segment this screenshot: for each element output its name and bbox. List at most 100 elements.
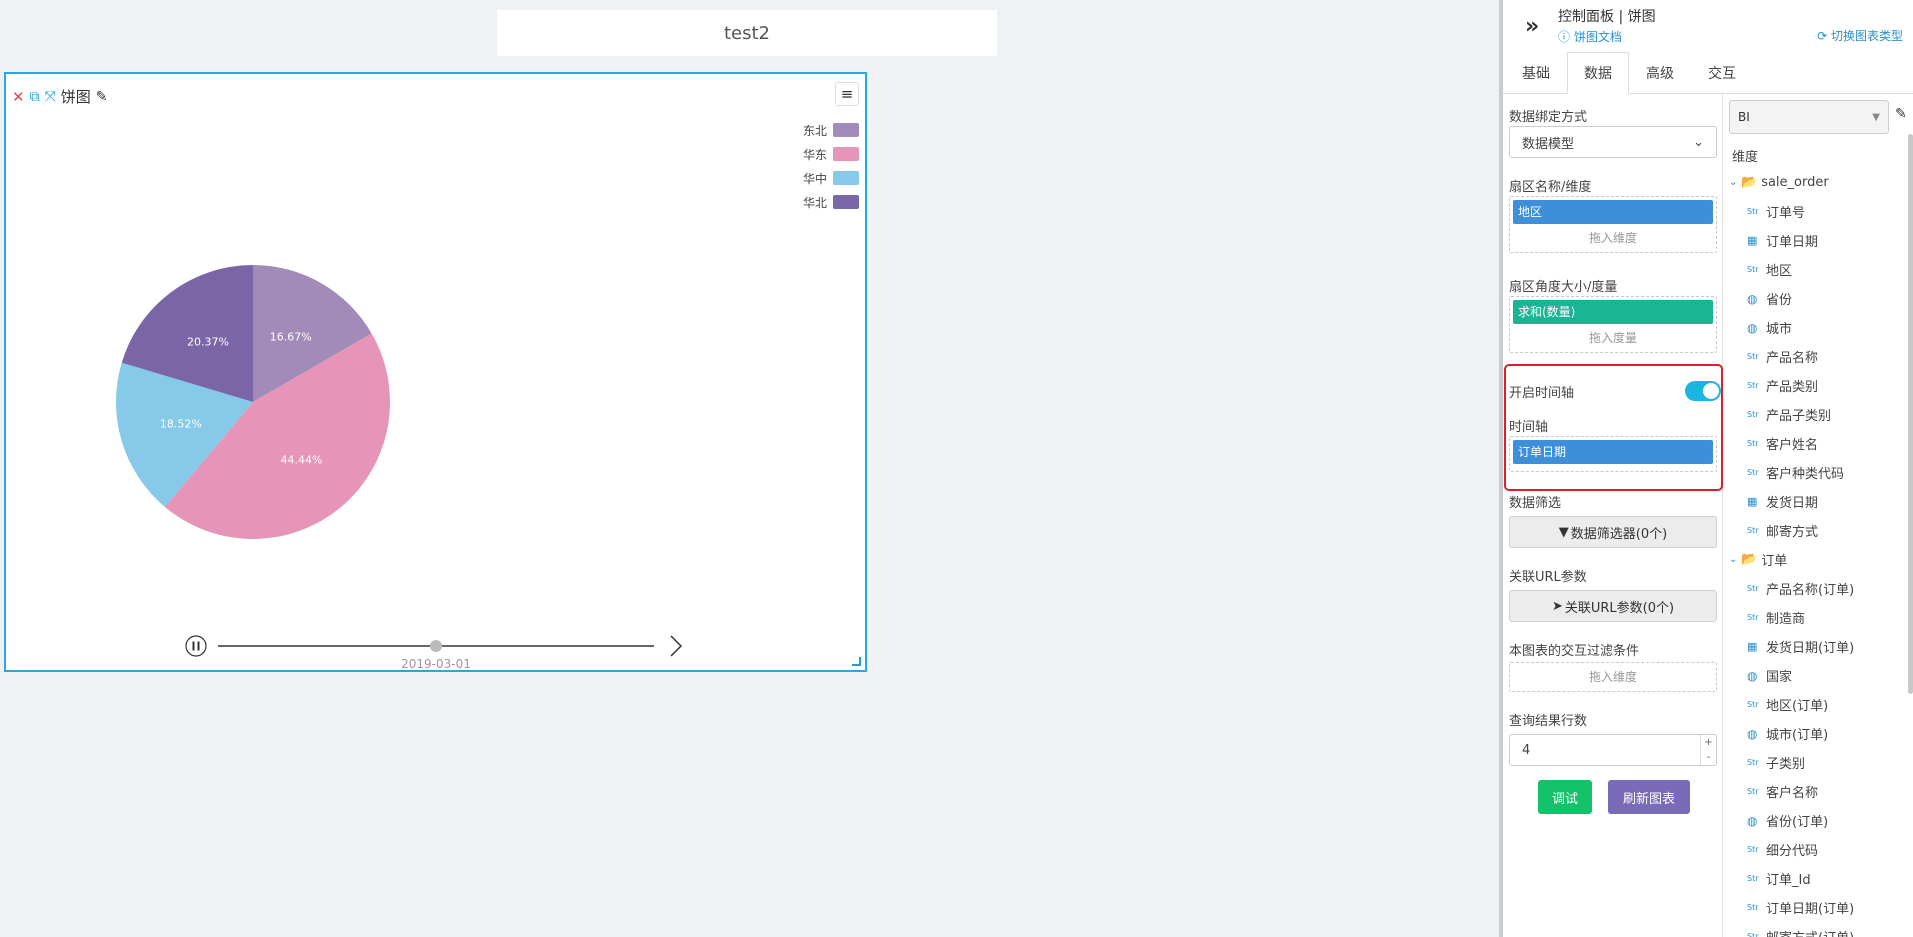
tree-folder[interactable]: ⌄ 📂 sale_order (1729, 168, 1899, 197)
tab-interaction[interactable]: 交互 (1691, 52, 1753, 94)
doc-link-text: 饼图文档 (1573, 30, 1622, 44)
tree-field[interactable]: Str 订单号 (1729, 197, 1899, 226)
tree-field[interactable]: ◍ 省份 (1729, 284, 1899, 313)
tree-field[interactable]: Str 子类别 (1729, 748, 1899, 777)
sector-name-dropzone[interactable]: 地区 拖入维度 (1509, 196, 1717, 253)
tree-field[interactable]: Str 邮寄方式 (1729, 516, 1899, 545)
tree-label: 发货日期 (1766, 496, 1819, 511)
tree-field[interactable]: Str 邮寄方式(订单) (1729, 922, 1899, 937)
url-params-button[interactable]: ➤ 关联URL参数(0个) (1509, 590, 1717, 622)
sector-name-pill[interactable]: 地区 (1513, 200, 1713, 224)
tree-field[interactable]: Str 客户名称 (1729, 777, 1899, 806)
tree-label: 国家 (1766, 670, 1793, 685)
timeline-handle[interactable] (430, 640, 442, 652)
tree-label: 客户名称 (1766, 786, 1819, 801)
tree-field[interactable]: ◍ 城市(订单) (1729, 719, 1899, 748)
sector-angle-dropzone[interactable]: 求和(数量) 拖入度量 (1509, 296, 1717, 353)
tree-label: sale_order (1761, 175, 1829, 190)
tree-field[interactable]: Str 客户种类代码 (1729, 458, 1899, 487)
tree-field[interactable]: Str 订单_Id (1729, 864, 1899, 893)
doc-link[interactable]: ⓘ 饼图文档 (1558, 28, 1622, 45)
tree-field[interactable]: ◍ 城市 (1729, 313, 1899, 342)
globe-icon: ◍ (1747, 726, 1758, 741)
timeline-toggle[interactable] (1685, 381, 1721, 401)
tree-label: 子类别 (1766, 757, 1806, 772)
query-rows-input[interactable]: 4 + - (1509, 734, 1717, 766)
tree-label: 省份 (1766, 293, 1793, 308)
binding-mode-select[interactable]: 数据模型 ⌄ (1509, 126, 1717, 158)
data-filter-button-text: 数据筛选器(0个) (1570, 526, 1668, 542)
calendar-icon: ▦ (1747, 640, 1758, 653)
tree-field[interactable]: Str 订单日期(订单) (1729, 893, 1899, 922)
query-rows-stepper[interactable]: + - (1700, 735, 1716, 765)
tree-field[interactable]: Str 制造商 (1729, 603, 1899, 632)
chevron-down-icon[interactable]: ⌄ (1729, 554, 1741, 565)
datasource-select[interactable]: BI ▼ (1729, 100, 1889, 134)
pie-slice-label: 18.52% (160, 418, 202, 431)
tab-advanced[interactable]: 高级 (1629, 52, 1691, 94)
tree-field[interactable]: Str 细分代码 (1729, 835, 1899, 864)
dimension-heading: 维度 (1732, 150, 1759, 165)
timeline-current-label: 2019-03-01 (401, 657, 471, 671)
tree-field[interactable]: ◍ 省份(订单) (1729, 806, 1899, 835)
debug-button[interactable]: 调试 (1538, 780, 1592, 814)
string-type-icon: Str (1747, 265, 1759, 274)
resize-handle[interactable] (852, 657, 861, 666)
tree-field[interactable]: ▦ 订单日期 (1729, 226, 1899, 255)
pie-slice-label: 44.44% (280, 454, 322, 467)
tab-basic[interactable]: 基础 (1505, 52, 1567, 94)
calendar-icon: ▦ (1747, 234, 1758, 247)
string-type-icon: Str (1747, 700, 1759, 709)
edit-datasource-icon[interactable]: ✎ (1895, 106, 1907, 122)
globe-icon: ◍ (1747, 291, 1758, 306)
string-type-icon: Str (1747, 787, 1759, 796)
refresh-chart-button[interactable]: 刷新图表 (1608, 780, 1690, 814)
tree-label: 订单日期(订单) (1766, 902, 1855, 917)
string-type-icon: Str (1747, 381, 1759, 390)
send-icon: ➤ (1551, 598, 1563, 614)
tree-folder[interactable]: ⌄ 📂 订单 (1729, 545, 1899, 574)
timeline-pill[interactable]: 订单日期 (1513, 440, 1713, 464)
field-list-column: BI ▼ ✎ 维度 ⌄ 📂 sale_order Str 订单号 ▦ 订单日期 Str 地区 ◍ 省… (1723, 94, 1913, 937)
string-type-icon: Str (1747, 526, 1759, 535)
increment-icon[interactable]: + (1704, 737, 1712, 748)
tree-field[interactable]: Str 地区(订单) (1729, 690, 1899, 719)
dashboard-title[interactable]: test2 (497, 10, 997, 56)
next-arrow-icon[interactable] (670, 635, 683, 657)
switch-chart-type-button[interactable]: ⟳ 切换图表类型 (1817, 27, 1903, 44)
pause-button[interactable] (185, 635, 207, 657)
tree-field[interactable]: Str 地区 (1729, 255, 1899, 284)
tree-label: 订单日期 (1766, 235, 1819, 250)
tree-field[interactable]: Str 产品名称(订单) (1729, 574, 1899, 603)
tree-field[interactable]: Str 产品子类别 (1729, 400, 1899, 429)
tree-label: 产品类别 (1766, 380, 1819, 395)
drop-dimension-hint: 拖入维度 (1588, 231, 1637, 245)
filter-label: 数据筛选 (1509, 496, 1562, 511)
tree-label: 订单_Id (1766, 873, 1811, 888)
pause-bar-left (192, 641, 195, 651)
tree-field[interactable]: Str 产品名称 (1729, 342, 1899, 371)
timeline-player: 2019-03-01 (185, 635, 683, 671)
url-params-button-text: 关联URL参数(0个) (1564, 600, 1675, 616)
tab-data[interactable]: 数据 (1567, 52, 1629, 94)
tree-field[interactable]: ◍ 国家 (1729, 661, 1899, 690)
tree-label: 细分代码 (1766, 844, 1819, 859)
pie-chart-card[interactable]: ✕ ⧉ ⤧ 饼图 ✎ ≡ 东北 华东 华中 华北 16.67% 44.44% 18.52%… (4, 72, 867, 672)
timeline-toggle-label: 开启时间轴 (1509, 386, 1575, 401)
globe-icon: ◍ (1747, 668, 1758, 683)
tree-field[interactable]: Str 客户姓名 (1729, 429, 1899, 458)
string-type-icon: Str (1747, 845, 1759, 854)
timeline-dropzone[interactable]: 订单日期 (1509, 436, 1717, 472)
sector-angle-pill[interactable]: 求和(数量) (1513, 300, 1713, 324)
tree-field[interactable]: Str 产品类别 (1729, 371, 1899, 400)
data-filter-button[interactable]: ▼ 数据筛选器(0个) (1509, 516, 1717, 548)
tree-field[interactable]: ▦ 发货日期(订单) (1729, 632, 1899, 661)
interaction-filter-dropzone[interactable]: 拖入维度 (1509, 662, 1717, 692)
decrement-icon[interactable]: - (1707, 752, 1711, 763)
collapse-panel-icon[interactable]: » (1525, 14, 1539, 39)
chevron-down-icon[interactable]: ⌄ (1729, 177, 1741, 188)
tree-label: 订单 (1761, 554, 1788, 569)
panel-tabs: 基础 数据 高级 交互 (1503, 52, 1913, 94)
field-list-scrollbar[interactable] (1908, 134, 1913, 694)
tree-field[interactable]: ▦ 发货日期 (1729, 487, 1899, 516)
